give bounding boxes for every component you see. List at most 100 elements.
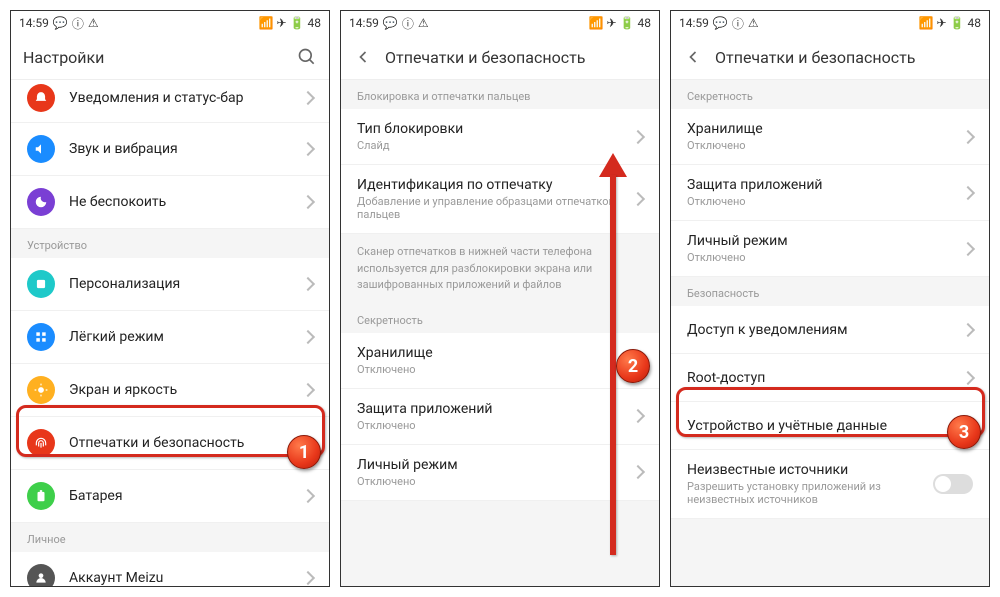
info-icon: ⓘ xyxy=(72,15,84,32)
chat-icon: 💬 xyxy=(713,16,728,30)
chevron-right-icon xyxy=(301,489,315,503)
airplane-icon: ✈ xyxy=(606,16,616,30)
status-bar: 14:59 💬 ⓘ ⚠ 📶 ✈ 🔋 48 xyxy=(11,11,329,35)
list-item[interactable]: Аккаунт Meizu xyxy=(11,552,329,587)
storage-item[interactable]: ХранилищеОтключено xyxy=(671,109,989,165)
list-item[interactable]: Лёгкий режим xyxy=(11,311,329,364)
airplane-icon: ✈ xyxy=(276,16,286,30)
item-label: Звук и вибрация xyxy=(69,141,303,157)
phone-screen-3: 14:59💬ⓘ⚠ 📶✈🔋48 Отпечатки и безопасность … xyxy=(670,10,990,587)
step-badge-3: 3 xyxy=(947,415,981,449)
account-icon xyxy=(27,564,55,587)
wifi-icon: 📶 xyxy=(259,16,274,30)
back-icon[interactable] xyxy=(683,47,703,67)
item-sub: Разрешить установку приложений из неизве… xyxy=(687,480,933,506)
security-header: Отпечатки и безопасность xyxy=(341,35,659,80)
chevron-right-icon xyxy=(301,142,315,156)
chevron-right-icon xyxy=(301,195,315,209)
item-title: Защита приложений xyxy=(357,401,633,417)
status-time: 14:59 xyxy=(679,16,709,30)
airplane-icon: ✈ xyxy=(936,16,946,30)
warning-icon: ⚠ xyxy=(88,16,99,30)
chevron-right-icon xyxy=(631,192,645,206)
info-icon: ⓘ xyxy=(732,15,744,32)
list-item[interactable]: Экран и яркость xyxy=(11,364,329,417)
item-sub: Слайд xyxy=(357,139,633,152)
fingerprint-security-item[interactable]: Отпечатки и безопасность xyxy=(11,417,329,470)
arrow-up-head xyxy=(599,153,627,177)
device-credentials-item[interactable]: Устройство и учётные данные xyxy=(671,402,989,450)
chevron-right-icon xyxy=(961,241,975,255)
list-item[interactable]: Батарея xyxy=(11,470,329,523)
status-bar: 14:59💬ⓘ⚠ 📶✈🔋48 xyxy=(671,11,989,35)
chevron-right-icon xyxy=(961,322,975,336)
section-device: Устройство xyxy=(11,229,329,258)
warning-icon: ⚠ xyxy=(418,16,429,30)
chevron-right-icon xyxy=(631,465,645,479)
phone-screen-1: 14:59 💬 ⓘ ⚠ 📶 ✈ 🔋 48 Настройки Уведомлен… xyxy=(10,10,330,587)
root-access-item[interactable]: Root-доступ xyxy=(671,354,989,402)
easy-mode-icon xyxy=(27,323,55,351)
chevron-right-icon xyxy=(961,370,975,384)
status-time: 14:59 xyxy=(19,16,49,30)
chevron-right-icon xyxy=(631,129,645,143)
list-item[interactable]: Не беспокоить xyxy=(11,176,329,229)
step-badge-1: 1 xyxy=(287,435,321,469)
item-label: Аккаунт Meizu xyxy=(69,570,303,586)
item-label: Лёгкий режим xyxy=(69,329,303,345)
security-header: Отпечатки и безопасность xyxy=(671,35,989,80)
fingerprint-icon xyxy=(27,429,55,457)
chevron-right-icon xyxy=(301,571,315,585)
private-mode-item[interactable]: Личный режимОтключено xyxy=(671,221,989,277)
display-icon xyxy=(27,376,55,404)
battery-pct: 48 xyxy=(638,16,652,30)
chevron-right-icon xyxy=(301,330,315,344)
list-item[interactable]: Уведомления и статус-бар xyxy=(11,80,329,123)
chevron-right-icon xyxy=(961,185,975,199)
warning-icon: ⚠ xyxy=(748,16,759,30)
item-sub: Отключено xyxy=(687,139,963,152)
item-title: Тип блокировки xyxy=(357,121,633,137)
info-icon: ⓘ xyxy=(402,15,414,32)
battery-icon: 🔋 xyxy=(620,16,635,30)
section-security: Безопасность xyxy=(671,277,989,306)
status-time: 14:59 xyxy=(349,16,379,30)
item-sub: Отключено xyxy=(357,363,633,376)
wifi-icon: 📶 xyxy=(589,16,604,30)
item-label: Экран и яркость xyxy=(69,382,303,398)
chat-icon: 💬 xyxy=(383,16,398,30)
phone-screen-2: 14:59💬ⓘ⚠ 📶✈🔋48 Отпечатки и безопасность … xyxy=(340,10,660,587)
item-title: Защита приложений xyxy=(687,177,963,193)
step-badge-2: 2 xyxy=(616,349,650,383)
unknown-sources-toggle[interactable] xyxy=(933,474,973,494)
app-protection-item[interactable]: Защита приложений Отключено xyxy=(671,165,989,221)
battery-pct: 48 xyxy=(968,16,982,30)
notification-access-item[interactable]: Доступ к уведомлениям xyxy=(671,306,989,354)
item-label: Не беспокоить xyxy=(69,194,303,210)
list-item[interactable]: Звук и вибрация xyxy=(11,123,329,176)
chevron-right-icon xyxy=(631,409,645,423)
item-sub: Отключено xyxy=(357,419,633,432)
chevron-right-icon xyxy=(961,129,975,143)
chevron-right-icon xyxy=(301,91,315,105)
item-title: Личный режим xyxy=(357,457,633,473)
header-title: Настройки xyxy=(23,48,297,67)
battery-icon xyxy=(27,482,55,510)
item-label: Уведомления и статус-бар xyxy=(69,90,303,106)
settings-header: Настройки xyxy=(11,35,329,80)
item-title: Идентификация по отпечатку xyxy=(357,177,633,193)
header-title: Отпечатки и безопасность xyxy=(715,48,977,67)
item-sub: Отключено xyxy=(687,195,963,208)
search-icon[interactable] xyxy=(297,47,317,67)
notifications-icon xyxy=(27,84,55,112)
dnd-icon xyxy=(27,188,55,216)
list-item[interactable]: Персонализация xyxy=(11,258,329,311)
battery-icon: 🔋 xyxy=(290,16,305,30)
item-sub: Отключено xyxy=(687,251,963,264)
item-title: Доступ к уведомлениям xyxy=(687,322,963,338)
item-sub: Отключено xyxy=(357,475,633,488)
back-icon[interactable] xyxy=(353,47,373,67)
section-personal: Личное xyxy=(11,523,329,552)
item-title: Root-доступ xyxy=(687,370,963,386)
unknown-sources-item[interactable]: Неизвестные источникиРазрешить установку… xyxy=(671,450,989,519)
